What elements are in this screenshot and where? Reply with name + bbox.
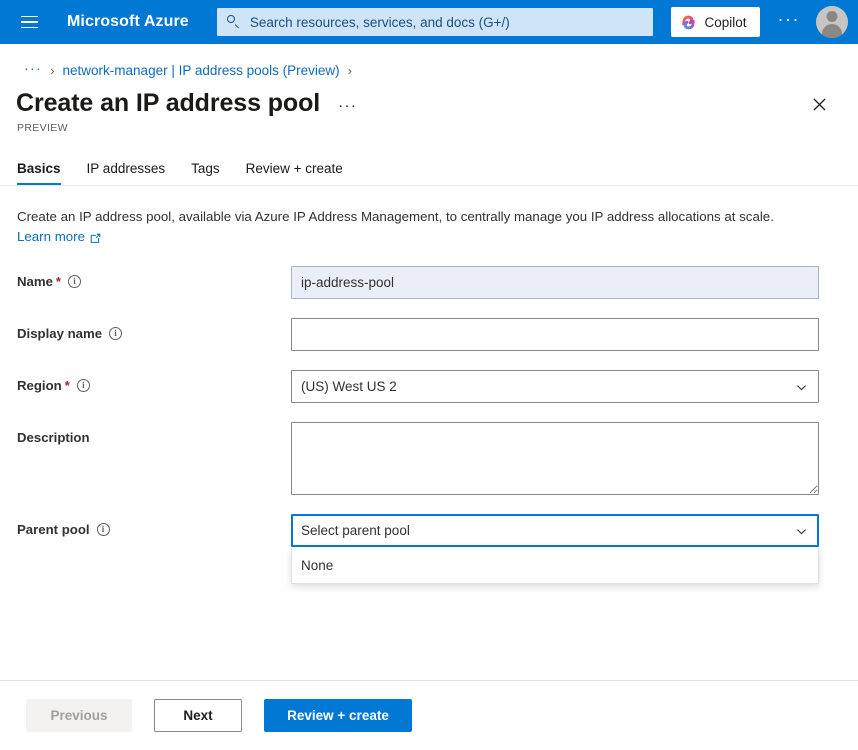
label-text: Name — [17, 274, 53, 289]
field-row-region: Region * i (US) West US 2 — [17, 370, 858, 403]
create-ip-address-pool-blade: ··· › network-manager | IP address pools… — [0, 44, 858, 750]
breadcrumb-separator-icon: › — [50, 63, 54, 78]
label-text: Parent pool — [17, 522, 90, 537]
copilot-button[interactable]: Copilot — [671, 7, 759, 37]
review-create-button[interactable]: Review + create — [264, 699, 412, 732]
field-row-parent-pool: Parent pool i Select parent pool — [17, 514, 858, 547]
blade-footer: Previous Next Review + create — [0, 680, 858, 750]
tab-label: IP addresses — [87, 161, 166, 176]
description-textarea[interactable] — [291, 422, 819, 495]
blade-content: Create an IP address pool, available via… — [0, 186, 858, 547]
field-row-display-name: Display name i — [17, 318, 858, 351]
intro-text: Create an IP address pool, available via… — [17, 207, 827, 226]
field-label-parent-pool: Parent pool i — [17, 514, 291, 537]
field-control-display-name — [291, 318, 819, 351]
copilot-label: Copilot — [704, 15, 746, 30]
dropdown-option-none[interactable]: None — [292, 548, 818, 583]
external-link-icon — [90, 232, 100, 242]
tab-tags[interactable]: Tags — [178, 161, 233, 185]
required-indicator: * — [56, 274, 61, 289]
name-input[interactable] — [291, 266, 819, 299]
page-title-row: Create an IP address pool ··· — [0, 81, 858, 118]
azure-brand-logo[interactable]: Microsoft Azure — [67, 13, 189, 31]
parent-pool-selected-value: Select parent pool — [301, 523, 410, 538]
info-icon[interactable]: i — [77, 379, 90, 392]
breadcrumb-item-network-manager[interactable]: network-manager | IP address pools (Prev… — [63, 63, 340, 78]
label-text: Region — [17, 378, 62, 393]
previous-button[interactable]: Previous — [26, 699, 132, 732]
field-label-name: Name * i — [17, 266, 291, 289]
label-text: Display name — [17, 326, 102, 341]
hamburger-line — [21, 21, 38, 23]
account-avatar[interactable] — [816, 6, 848, 38]
display-name-input[interactable] — [291, 318, 819, 351]
tab-label: Tags — [191, 161, 220, 176]
hamburger-line — [21, 27, 38, 29]
field-row-name: Name * i — [17, 266, 858, 299]
search-icon — [227, 15, 241, 29]
tab-label: Review + create — [246, 161, 343, 176]
chevron-down-icon — [796, 381, 807, 392]
field-control-name — [291, 266, 819, 299]
copilot-icon — [680, 14, 697, 31]
info-icon[interactable]: i — [97, 523, 110, 536]
topbar-more-menu-icon[interactable]: ··· — [778, 10, 800, 34]
dropdown-option-label: None — [301, 558, 333, 573]
region-selected-value: (US) West US 2 — [301, 379, 397, 394]
global-search-box[interactable]: Search resources, services, and docs (G+… — [217, 8, 654, 36]
page-more-menu-icon[interactable]: ··· — [338, 98, 357, 118]
info-icon[interactable]: i — [109, 327, 122, 340]
required-indicator: * — [65, 378, 70, 393]
parent-pool-dropdown-panel: None — [291, 548, 819, 584]
next-button[interactable]: Next — [154, 699, 242, 732]
field-control-region: (US) West US 2 — [291, 370, 819, 403]
tab-ip-addresses[interactable]: IP addresses — [74, 161, 179, 185]
search-input[interactable]: Search resources, services, and docs (G+… — [250, 15, 510, 30]
info-icon[interactable]: i — [68, 275, 81, 288]
preview-badge: PREVIEW — [0, 118, 858, 134]
tab-basics[interactable]: Basics — [17, 161, 74, 185]
breadcrumb-overflow-icon[interactable]: ··· — [24, 61, 42, 80]
label-text: Description — [17, 430, 90, 445]
field-control-description — [291, 422, 819, 495]
field-control-parent-pool: Select parent pool None — [291, 514, 819, 547]
breadcrumb-separator-icon: › — [348, 63, 352, 78]
tab-review-create[interactable]: Review + create — [233, 161, 356, 185]
breadcrumb: ··· › network-manager | IP address pools… — [0, 44, 858, 81]
learn-more-label: Learn more — [17, 229, 85, 244]
chevron-down-icon — [796, 525, 807, 536]
page-title: Create an IP address pool — [16, 88, 320, 118]
learn-more-link[interactable]: Learn more — [17, 229, 100, 244]
field-row-description: Description — [17, 422, 858, 495]
hamburger-menu-icon[interactable] — [12, 5, 46, 39]
field-label-description: Description — [17, 422, 291, 445]
basics-form: Name * i Display name i — [17, 266, 858, 547]
azure-top-bar: Microsoft Azure Search resources, servic… — [0, 0, 858, 44]
field-label-region: Region * i — [17, 370, 291, 393]
tab-label: Basics — [17, 161, 61, 176]
field-label-display-name: Display name i — [17, 318, 291, 341]
hamburger-line — [21, 16, 38, 18]
close-blade-button[interactable] — [804, 89, 834, 119]
close-icon — [813, 98, 826, 111]
parent-pool-dropdown[interactable]: Select parent pool — [291, 514, 819, 547]
region-dropdown[interactable]: (US) West US 2 — [291, 370, 819, 403]
blade-tab-list: Basics IP addresses Tags Review + create — [0, 134, 858, 185]
